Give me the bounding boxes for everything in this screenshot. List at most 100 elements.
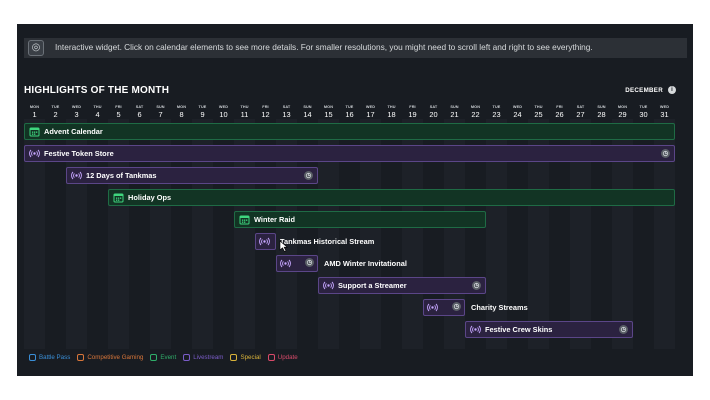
- day-header: MON 8: [171, 105, 192, 119]
- day-header: TUE 9: [192, 105, 213, 119]
- event-bar[interactable]: Charity Streams: [423, 299, 605, 316]
- day-number: 18: [387, 110, 396, 119]
- broadcast-icon: [29, 148, 40, 159]
- day-number: 7: [158, 110, 163, 119]
- legend-item[interactable]: Competitive Gaming: [77, 354, 143, 361]
- day-header: SAT 27: [570, 105, 591, 119]
- clock-icon: [472, 281, 481, 290]
- day-header: SUN 14: [297, 105, 318, 119]
- legend-item[interactable]: Update: [267, 354, 298, 361]
- event-label: Holiday Ops: [128, 193, 172, 202]
- event-bar[interactable]: Festive Crew Skins: [465, 321, 633, 338]
- legend-swatch: [230, 354, 238, 361]
- day-header: SUN 21: [444, 105, 465, 119]
- day-header: WED 17: [360, 105, 381, 119]
- day-header: WED 31: [654, 105, 675, 119]
- clock-icon: [452, 302, 461, 311]
- day-header: FRI 19: [402, 105, 423, 119]
- day-number: 30: [639, 110, 648, 119]
- event-label: Support a Streamer: [338, 281, 407, 290]
- day-header: SUN 7: [150, 105, 171, 119]
- broadcast-icon: [470, 324, 481, 335]
- event-bar[interactable]: Support a Streamer: [318, 277, 486, 294]
- event-bar[interactable]: Advent Calendar: [24, 123, 675, 140]
- day-number: 28: [597, 110, 606, 119]
- day-number: 31: [660, 110, 669, 119]
- day-header: THU 4: [87, 105, 108, 119]
- broadcast-icon: [427, 302, 438, 313]
- event-bar[interactable]: 12 Days of Tankmas: [66, 167, 318, 184]
- event-label: AMD Winter Invitational: [324, 259, 407, 268]
- event-label: Festive Token Store: [44, 149, 114, 158]
- broadcast-icon: [280, 258, 291, 269]
- legend-swatch: [29, 354, 36, 361]
- event-bar[interactable]: Festive Token Store: [24, 145, 675, 162]
- legend-item[interactable]: Battle Pass: [29, 354, 70, 361]
- day-header: THU 11: [234, 105, 255, 119]
- day-number: 8: [179, 110, 184, 119]
- day-header: SAT 6: [129, 105, 150, 119]
- day-number: 16: [345, 110, 354, 119]
- day-header: MON 15: [318, 105, 339, 119]
- pointer-click-icon: ◎: [28, 40, 44, 56]
- day-header: WED 10: [213, 105, 234, 119]
- mouse-cursor-icon: [279, 240, 288, 252]
- calendar-icon: [113, 192, 124, 203]
- event-label: Winter Raid: [254, 215, 295, 224]
- event-bar[interactable]: AMD Winter Invitational: [276, 255, 458, 272]
- day-number: 21: [450, 110, 459, 119]
- day-header: TUE 2: [45, 105, 66, 119]
- day-number: 15: [324, 110, 333, 119]
- info-icon[interactable]: i: [668, 86, 676, 94]
- day-number: 27: [576, 110, 585, 119]
- info-text: Interactive widget. Click on calendar el…: [55, 42, 593, 52]
- month-label: DECEMBER: [625, 87, 663, 94]
- legend-item[interactable]: Special: [230, 354, 261, 361]
- day-header: SAT 20: [423, 105, 444, 119]
- calendar-icon: [239, 214, 250, 225]
- event-bar[interactable]: Holiday Ops: [108, 189, 675, 206]
- day-number: 23: [492, 110, 501, 119]
- event-label: Charity Streams: [471, 303, 528, 312]
- event-label: Festive Crew Skins: [485, 325, 553, 334]
- calendar-icon: [29, 126, 40, 137]
- day-header: FRI 12: [255, 105, 276, 119]
- day-header: FRI 26: [549, 105, 570, 119]
- day-number: 11: [240, 110, 249, 119]
- legend-label: Battle Pass: [39, 354, 71, 361]
- day-number: 2: [53, 110, 58, 119]
- legend-swatch: [150, 354, 158, 361]
- legend-item[interactable]: Event: [150, 354, 176, 361]
- day-number: 29: [618, 110, 627, 119]
- day-number: 9: [200, 110, 205, 119]
- event-label: Tankmas Historical Stream: [280, 237, 375, 246]
- legend-item[interactable]: Livestream: [183, 354, 223, 361]
- legend-label: Event: [160, 354, 177, 361]
- day-number: 17: [366, 110, 375, 119]
- day-number: 4: [95, 110, 100, 119]
- day-number: 3: [74, 110, 79, 119]
- day-header: SAT 13: [276, 105, 297, 119]
- clock-icon: [305, 258, 314, 267]
- legend: Battle Pass Competitive Gaming Event Livest…: [29, 354, 298, 361]
- day-header: MON 22: [465, 105, 486, 119]
- day-number: 10: [219, 110, 228, 119]
- day-number: 6: [137, 110, 142, 119]
- broadcast-icon: [323, 280, 334, 291]
- legend-swatch: [267, 354, 275, 361]
- legend-swatch: [183, 354, 191, 361]
- day-number: 14: [303, 110, 312, 119]
- day-number: 24: [513, 110, 522, 119]
- day-header: THU 25: [528, 105, 549, 119]
- legend-swatch: [77, 354, 85, 361]
- day-number: 12: [261, 110, 270, 119]
- event-label: Advent Calendar: [44, 127, 103, 136]
- day-number: 25: [534, 110, 543, 119]
- day-number: 1: [32, 110, 37, 119]
- broadcast-icon: [71, 170, 82, 181]
- event-bar[interactable]: Winter Raid: [234, 211, 486, 228]
- day-header: SUN 28: [591, 105, 612, 119]
- day-header: FRI 5: [108, 105, 129, 119]
- day-number: 20: [429, 110, 438, 119]
- clock-icon: [619, 325, 628, 334]
